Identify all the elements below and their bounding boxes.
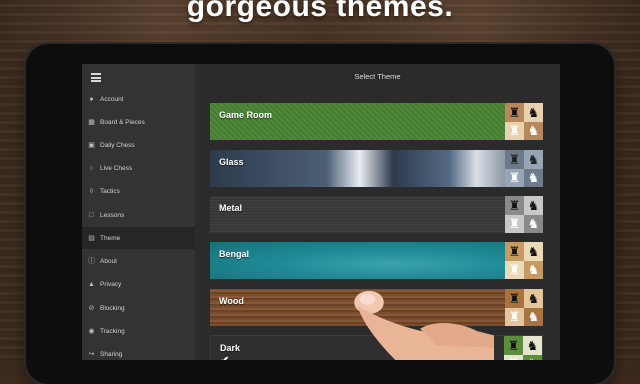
sidebar-item-daily-chess[interactable]: ▣ Daily Chess [82, 134, 195, 156]
info-icon: ⓘ [88, 257, 95, 265]
theme-label: Dark [220, 343, 241, 353]
theme-label: Metal [219, 203, 243, 213]
sidebar-item-lessons[interactable]: □ Lessons [82, 204, 195, 226]
sidebar-item-label: Tracking [100, 327, 125, 335]
lock-icon: ▲ [88, 280, 95, 288]
sidebar-item-tactics[interactable]: ◊ Tactics [82, 180, 195, 202]
people-icon: ◉ [88, 327, 95, 335]
sidebar-item-live-chess[interactable]: ○ Live Chess [82, 157, 195, 179]
sidebar-item-label: Tactics [100, 187, 120, 195]
lessons-icon: □ [89, 211, 94, 219]
piece-preview: ♜ ♞ ♜ ♞ [505, 103, 543, 140]
theme-label: Wood [219, 296, 244, 306]
sidebar-item-label: Privacy [100, 280, 122, 288]
sidebar-item-label: Lessons [100, 211, 125, 219]
sidebar-item-label: Blocking [100, 304, 125, 312]
theme-icon: ▤ [88, 234, 95, 242]
share-icon: ↪ [88, 350, 95, 358]
person-icon: ● [89, 95, 94, 103]
sidebar-item-theme[interactable]: ▤ Theme [82, 227, 195, 249]
hamburger-menu-icon[interactable] [91, 73, 101, 82]
block-icon: ⊘ [88, 304, 95, 312]
clock-icon: ○ [89, 164, 94, 172]
sidebar-item-label: Board & Pieces [100, 118, 145, 126]
lightbulb-icon: ◊ [89, 187, 94, 195]
theme-option-glass[interactable]: Glass ♜ ♞ ♜ ♞ [210, 150, 543, 187]
theme-option-bengal[interactable]: Bengal ♜ ♞ ♜ ♞ [210, 242, 543, 279]
sidebar-item-label: Live Chess [100, 164, 133, 172]
theme-option-game-room[interactable]: Game Room ♜ ♞ ♜ ♞ [210, 103, 543, 140]
promo-headline: gorgeous themes. [186, 0, 454, 23]
sidebar-item-label: About [100, 257, 117, 265]
piece-preview: ♜ ♞ ♜ ♞ [505, 196, 543, 233]
theme-label: Bengal [219, 249, 250, 259]
piece-preview: ♜ ♞ ♜ ♞ [505, 289, 543, 326]
sidebar-item-account[interactable]: ● Account [82, 88, 195, 110]
page-title: Select Theme [354, 72, 401, 81]
piece-preview: ♜ ♞ ♜ ♞ [505, 150, 543, 187]
calendar-icon: ▣ [88, 141, 95, 149]
board-icon: ▦ [88, 118, 95, 126]
sidebar-item-board-pieces[interactable]: ▦ Board & Pieces [82, 111, 195, 133]
sidebar-item-label: Daily Chess [100, 141, 135, 149]
sidebar-item-privacy[interactable]: ▲ Privacy [82, 273, 195, 295]
sidebar: ● Account ▦ Board & Pieces ▣ Daily Chess… [82, 64, 196, 360]
sidebar-item-about[interactable]: ⓘ About [82, 250, 195, 272]
theme-label: Game Room [219, 110, 273, 120]
sidebar-item-blocking[interactable]: ⊘ Blocking [82, 297, 195, 319]
sidebar-item-label: Theme [100, 234, 121, 242]
theme-label: Glass [219, 157, 244, 167]
checkmark-icon: ✔ [220, 354, 229, 360]
sidebar-item-label: Account [100, 95, 124, 103]
sidebar-item-sharing[interactable]: ↪ Sharing [82, 343, 195, 360]
sidebar-item-label: Sharing [100, 350, 123, 358]
theme-option-metal[interactable]: Metal ♜ ♞ ♜ ♞ [210, 196, 543, 233]
piece-preview: ♜ ♞ ♜ ♞ [505, 242, 543, 279]
sidebar-item-tracking[interactable]: ◉ Tracking [82, 320, 195, 342]
hand-pointer-image [354, 290, 494, 360]
